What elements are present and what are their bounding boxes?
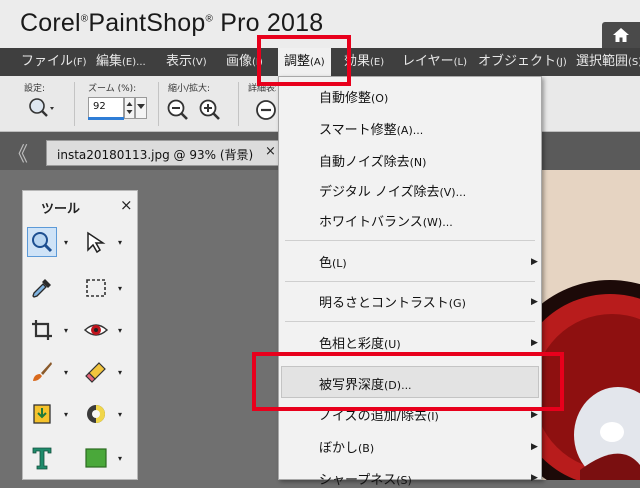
zoom-percent-input[interactable]: 92	[88, 97, 124, 119]
submenu-arrow-icon: ▶	[531, 297, 538, 307]
chevron-down-icon[interactable]: ▾	[64, 368, 68, 377]
chevron-down-icon[interactable]: ▾	[118, 326, 122, 335]
photo-image	[540, 170, 640, 480]
dodge-tool[interactable]	[81, 399, 111, 429]
document-tab-title: insta20180113.jpg @ 93% (背景)	[57, 148, 254, 162]
zoom-tool[interactable]	[27, 227, 57, 257]
spin-arrows-icon	[126, 102, 133, 114]
dropper-tool[interactable]	[27, 273, 57, 303]
submenu-arrow-icon: ▶	[531, 410, 538, 420]
menu-item-brightness-contrast[interactable]: 明るさとコントラスト(G)	[319, 292, 466, 311]
menu-item-color[interactable]: 色(L)	[319, 252, 347, 271]
close-icon[interactable]: ×	[265, 144, 276, 159]
actual-size-button[interactable]	[254, 98, 278, 126]
crop-tool[interactable]	[27, 315, 57, 345]
menu-item-smart-fix[interactable]: スマート修整(A)...	[319, 119, 423, 138]
menu-item-white-balance[interactable]: ホワイトバランス(W)...	[319, 211, 453, 230]
document-tab[interactable]: insta20180113.jpg @ 93% (背景) ×	[46, 140, 282, 166]
brush-icon	[33, 362, 52, 381]
menu-item-hue-saturation[interactable]: 色相と彩度(U)	[319, 333, 401, 352]
annotation-highlight-depth-of-field	[252, 352, 564, 411]
menu-selections[interactable]: 選択範囲(S)	[576, 48, 640, 76]
pick-tool[interactable]	[81, 227, 111, 257]
eye-icon	[83, 324, 109, 336]
zoom-in-button[interactable]	[198, 98, 222, 126]
eyedropper-icon	[32, 279, 51, 298]
zoom-out-icon	[167, 99, 188, 120]
clone-tool[interactable]	[27, 399, 57, 429]
crop-icon	[32, 320, 52, 340]
photo-canvas[interactable]	[540, 170, 640, 480]
chevron-down-icon[interactable]: ▾	[118, 454, 122, 463]
submenu-arrow-icon: ▶	[531, 338, 538, 348]
menu-objects[interactable]: オブジェクト(J)	[478, 48, 567, 76]
text-icon	[32, 447, 52, 470]
menu-item-sharpness[interactable]: シャープネス(S)	[319, 469, 412, 488]
chevron-down-icon[interactable]: ▾	[118, 368, 122, 377]
submenu-arrow-icon: ▶	[531, 473, 538, 483]
eraser-icon	[85, 362, 106, 383]
tools-palette: ツール × ▾ ▾ ▾ ▾ ▾ ▾ ▾ ▾ ▾ ▾	[22, 190, 138, 480]
selection-tool[interactable]	[81, 273, 111, 303]
submenu-arrow-icon: ▶	[531, 442, 538, 452]
zoom-in-icon	[199, 99, 220, 120]
close-icon[interactable]: ×	[120, 196, 133, 214]
zoom-inout-label: 縮小/拡大:	[168, 84, 211, 94]
chevron-down-icon[interactable]: ▾	[118, 284, 122, 293]
text-tool[interactable]	[27, 443, 57, 473]
zoom-preset-icon	[29, 98, 54, 117]
chevron-down-icon[interactable]: ▾	[64, 326, 68, 335]
red-eye-tool[interactable]	[81, 315, 111, 345]
clone-stamp-icon	[33, 404, 51, 424]
arrow-pointer-icon	[87, 231, 106, 254]
rectangle-shape-icon	[85, 448, 107, 468]
app-title: Corel®PaintShop® Pro 2018	[20, 9, 324, 37]
paint-brush-tool[interactable]	[27, 357, 57, 387]
tools-palette-title: ツール	[41, 202, 81, 217]
eraser-tool[interactable]	[81, 357, 111, 387]
tools-palette-header[interactable]: ツール ×	[23, 191, 139, 221]
tab-scroll-left-icon[interactable]: 《	[8, 138, 28, 167]
marquee-icon	[86, 279, 106, 297]
zoom-dropdown-button[interactable]	[135, 97, 147, 119]
zoom-out-button[interactable]	[166, 98, 190, 126]
menu-item-auto-fix[interactable]: 自動修整(O)	[319, 87, 388, 106]
submenu-arrow-icon: ▶	[531, 257, 538, 267]
rectangle-tool[interactable]	[81, 443, 111, 473]
adjust-menu-dropdown: 自動修整(O) スマート修整(A)... 自動ノイズ除去(N) デジタル ノイズ…	[278, 76, 542, 488]
menu-edit[interactable]: 編集(E)...	[96, 48, 146, 76]
dodge-icon	[87, 405, 105, 423]
zoom-reset-icon	[256, 100, 276, 120]
chevron-down-icon[interactable]: ▾	[118, 238, 122, 247]
chevron-down-icon	[137, 104, 145, 109]
annotation-highlight-adjust-menu	[257, 35, 351, 86]
menu-item-auto-noise-removal[interactable]: 自動ノイズ除去(N)	[319, 151, 426, 170]
zoom-label: ズーム (%):	[88, 84, 137, 94]
menu-view[interactable]: 表示(V)	[166, 48, 207, 76]
chevron-down-icon[interactable]: ▾	[64, 238, 68, 247]
magnifier-icon	[32, 232, 53, 253]
zoom-spinner[interactable]	[124, 97, 135, 119]
preset-label: 設定:	[24, 84, 46, 94]
menu-item-digital-noise-removal[interactable]: デジタル ノイズ除去(V)...	[319, 181, 466, 200]
chevron-down-icon[interactable]: ▾	[118, 410, 122, 419]
menu-item-blur[interactable]: ぼかし(B)	[319, 437, 374, 456]
chevron-down-icon[interactable]: ▾	[64, 410, 68, 419]
menu-file[interactable]: ファイル(F)	[21, 48, 87, 76]
home-button[interactable]	[602, 22, 640, 48]
home-icon	[613, 28, 629, 42]
menu-layers[interactable]: レイヤー(L)	[402, 48, 467, 76]
preset-button[interactable]	[26, 96, 56, 122]
